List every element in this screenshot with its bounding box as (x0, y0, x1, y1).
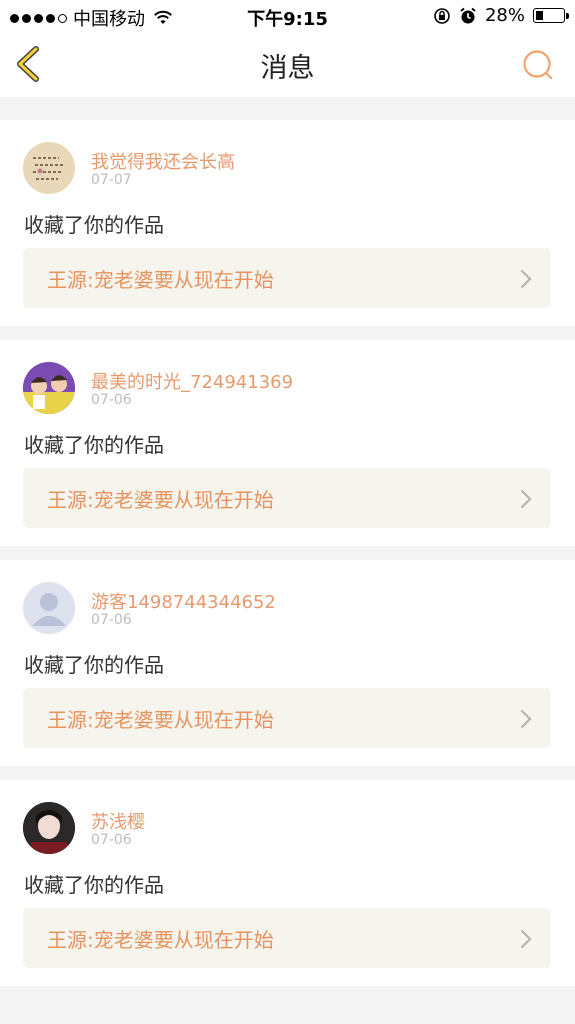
message-date: 07-06 (91, 832, 132, 848)
username[interactable]: 苏浅樱 (91, 808, 145, 834)
chevron-right-icon (520, 709, 532, 729)
work-link[interactable]: 王源:宠老婆要从现在开始 (23, 908, 551, 968)
page-title: 消息 (260, 53, 315, 84)
avatar[interactable] (23, 802, 75, 854)
work-title: 王源:宠老婆要从现在开始 (47, 928, 274, 952)
action-text: 收藏了你的作品 (24, 653, 164, 677)
username[interactable]: 游客1498744344652 (91, 588, 276, 614)
work-link[interactable]: 王源:宠老婆要从现在开始 (23, 248, 551, 308)
rotation-lock-icon (434, 7, 450, 24)
username[interactable]: 最美的时光_724941369 (91, 368, 293, 394)
avatar[interactable] (23, 582, 75, 634)
message-card[interactable]: 苏浅樱 07-06 收藏了你的作品 王源:宠老婆要从现在开始 (0, 780, 575, 986)
battery-icon (533, 8, 569, 23)
message-card[interactable]: 最美的时光_724941369 07-06 收藏了你的作品 王源:宠老婆要从现在… (0, 340, 575, 546)
message-date: 07-07 (91, 172, 132, 188)
chevron-right-icon (520, 269, 532, 289)
message-card[interactable]: 游客1498744344652 07-06 收藏了你的作品 王源:宠老婆要从现在… (0, 560, 575, 766)
divider (0, 97, 575, 105)
work-title: 王源:宠老婆要从现在开始 (47, 268, 274, 292)
message-card[interactable]: 我觉得我还会长高 07-07 收藏了你的作品 王源:宠老婆要从现在开始 (0, 120, 575, 326)
username[interactable]: 我觉得我还会长高 (91, 148, 235, 174)
action-text: 收藏了你的作品 (24, 213, 164, 237)
action-text: 收藏了你的作品 (24, 433, 164, 457)
avatar[interactable] (23, 142, 75, 194)
chevron-right-icon (520, 489, 532, 509)
search-icon[interactable] (519, 46, 557, 84)
status-bar: 中国移动 下午9:15 28% (0, 0, 575, 32)
action-text: 收藏了你的作品 (24, 873, 164, 897)
message-date: 07-06 (91, 612, 132, 628)
message-date: 07-06 (91, 392, 132, 408)
avatar[interactable] (23, 362, 75, 414)
work-link[interactable]: 王源:宠老婆要从现在开始 (23, 688, 551, 748)
work-title: 王源:宠老婆要从现在开始 (47, 708, 274, 732)
alarm-icon (460, 7, 476, 23)
battery-percent: 28% (484, 5, 525, 26)
work-title: 王源:宠老婆要从现在开始 (47, 488, 274, 512)
chevron-right-icon (520, 929, 532, 949)
navigation-bar: 消息 (0, 32, 575, 98)
work-link[interactable]: 王源:宠老婆要从现在开始 (23, 468, 551, 528)
